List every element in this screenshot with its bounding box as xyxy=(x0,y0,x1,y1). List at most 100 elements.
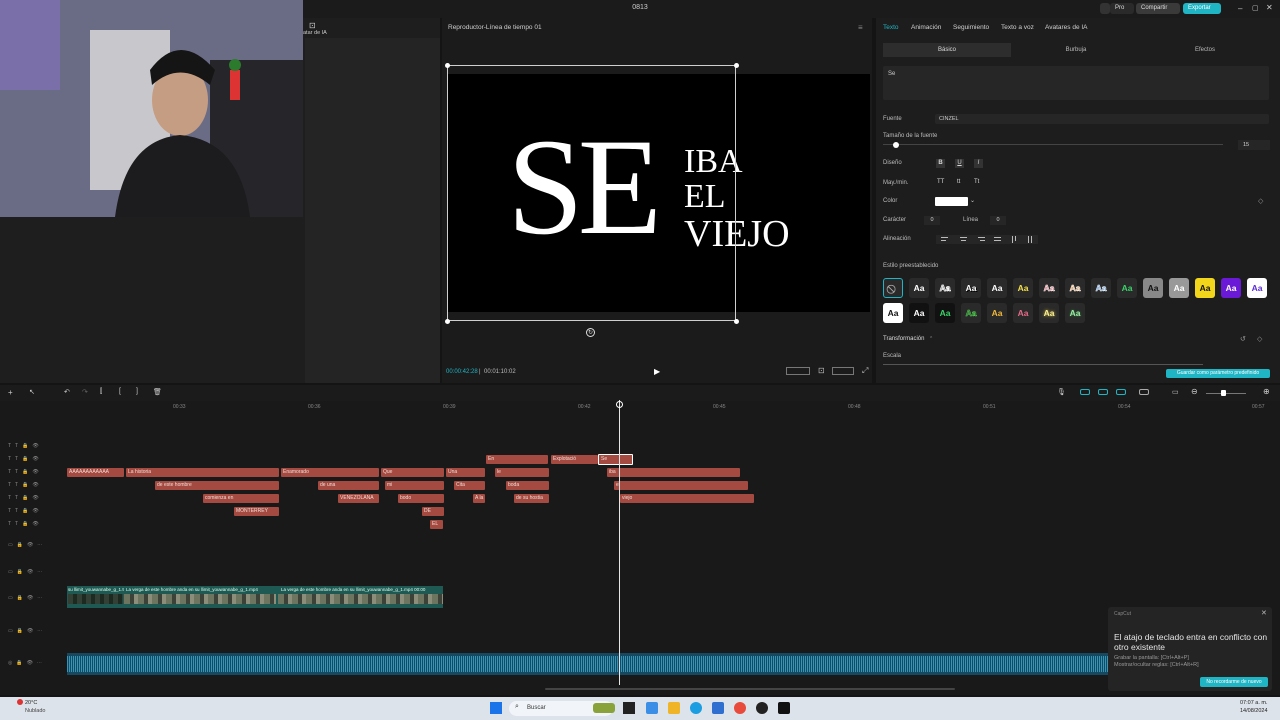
menu-icon[interactable]: ≡ xyxy=(858,23,863,32)
text-clip[interactable]: A la xyxy=(473,494,485,503)
font-select[interactable]: CINZEL xyxy=(935,114,1269,124)
tab-animation[interactable]: Animación xyxy=(911,24,941,31)
share-button[interactable]: Compartir xyxy=(1136,3,1180,14)
resize-handle[interactable] xyxy=(734,319,739,324)
text-input[interactable]: Se xyxy=(883,66,1269,100)
preset-style[interactable]: Aa xyxy=(935,303,955,323)
char-spacing-input[interactable]: 0 xyxy=(924,216,940,225)
microphone-icon[interactable]: 🎙 xyxy=(1057,388,1066,396)
text-clip[interactable]: MONTERREY xyxy=(234,507,279,516)
text-clip-selected[interactable]: Se xyxy=(598,454,633,465)
text-clip[interactable]: En xyxy=(486,455,548,464)
trim-left-icon[interactable]: [ xyxy=(119,388,121,395)
ai-avatar-label[interactable]: atar de IA xyxy=(303,30,327,36)
text-clip[interactable]: de su hostia xyxy=(514,494,549,503)
preset-style[interactable]: Aa xyxy=(1065,303,1085,323)
preset-style[interactable]: Aa xyxy=(1247,278,1267,298)
uppercase-button[interactable]: TT xyxy=(937,179,944,185)
zoom-slider-thumb[interactable] xyxy=(1221,390,1226,396)
preset-style[interactable]: Aa xyxy=(909,278,929,298)
preset-style[interactable]: Aa xyxy=(987,303,1007,323)
layout-icon[interactable] xyxy=(1100,3,1110,14)
preset-style[interactable]: Aa xyxy=(1039,303,1059,323)
track-controls[interactable]: TT🔒👁 xyxy=(8,443,43,449)
weather-desc[interactable]: Nublado xyxy=(25,708,46,714)
preset-style[interactable]: Aa xyxy=(1117,278,1137,298)
keyframe-icon[interactable]: ◇ xyxy=(1257,335,1262,343)
playhead-handle[interactable] xyxy=(616,401,623,408)
track-controls[interactable]: ▭🔒👁⋯ xyxy=(8,569,46,575)
time-ruler[interactable] xyxy=(66,401,1280,415)
track-controls[interactable]: ◎🔒👁⋯ xyxy=(8,660,46,666)
keyframe-icon[interactable]: ◇ xyxy=(1258,197,1263,205)
text-clip[interactable]: el xyxy=(614,481,748,490)
ratio-icon[interactable] xyxy=(786,367,810,375)
preset-style[interactable]: Aa xyxy=(1169,278,1189,298)
link-icon[interactable] xyxy=(1098,389,1108,395)
tab-tracking[interactable]: Seguimiento xyxy=(953,24,989,31)
bold-button[interactable]: B xyxy=(936,159,945,168)
zoom-out-icon[interactable]: ⊖ xyxy=(1191,387,1198,396)
export-button[interactable]: Exportar xyxy=(1183,3,1221,14)
resize-handle[interactable] xyxy=(734,63,739,68)
selection-box[interactable] xyxy=(447,65,736,321)
titlecase-button[interactable]: Tt xyxy=(974,179,979,185)
preset-style[interactable]: Aa xyxy=(1195,278,1215,298)
taskview-icon[interactable] xyxy=(623,702,635,714)
fullscreen-crop-icon[interactable]: ⊡ xyxy=(818,366,825,375)
size-value[interactable]: 15 xyxy=(1238,140,1270,150)
app-icon[interactable] xyxy=(646,702,658,714)
preset-style[interactable]: Aa xyxy=(1221,278,1241,298)
clock-date[interactable]: 14/08/2024 xyxy=(1240,708,1268,714)
windows-start-icon[interactable] xyxy=(490,702,502,714)
line-spacing-input[interactable]: 0 xyxy=(990,216,1006,225)
track-controls[interactable]: ▭🔒👁⋯ xyxy=(8,542,46,548)
text-clip[interactable]: VENEZOLANA xyxy=(338,494,379,503)
preset-style[interactable]: Aa xyxy=(961,303,981,323)
tab-tts[interactable]: Texto a voz xyxy=(1001,24,1034,31)
widget-icon[interactable] xyxy=(593,703,615,713)
text-clip[interactable]: DE xyxy=(422,507,444,516)
text-clip[interactable]: viejo xyxy=(620,494,754,503)
text-clip[interactable]: Cita xyxy=(454,481,485,490)
select-tool-icon[interactable]: ↖ xyxy=(29,388,35,396)
text-clip[interactable]: EL xyxy=(430,520,443,529)
text-clip[interactable]: comienza en xyxy=(203,494,279,503)
text-clip[interactable]: Una xyxy=(446,468,485,477)
edge-icon[interactable] xyxy=(690,702,702,714)
preset-style[interactable]: Aa xyxy=(1013,303,1033,323)
preset-style[interactable]: Aa xyxy=(1013,278,1033,298)
toast-close-icon[interactable]: ✕ xyxy=(1261,609,1267,617)
text-clip[interactable]: AAAAAAAAAAAA xyxy=(67,468,124,477)
track-controls[interactable]: ▭🔒👁⋯ xyxy=(8,595,46,601)
alignment-buttons[interactable] xyxy=(936,235,1038,244)
preset-style[interactable]: Aa xyxy=(1143,278,1163,298)
tab-text[interactable]: Texto xyxy=(883,24,899,31)
italic-button[interactable]: I xyxy=(974,159,983,168)
preview-axis-icon[interactable] xyxy=(1116,389,1126,395)
text-clip[interactable]: de este hombre xyxy=(155,481,279,490)
track-controls[interactable]: TT🔒👁 xyxy=(8,508,43,514)
minimize-icon[interactable]: – xyxy=(1238,4,1242,13)
track-icon[interactable] xyxy=(1139,389,1149,395)
preset-style[interactable]: Aa xyxy=(909,303,929,323)
chevron-up-icon[interactable]: ⌃ xyxy=(929,336,933,342)
track-controls[interactable]: ▭🔒👁⋯ xyxy=(8,628,46,634)
folder-icon[interactable] xyxy=(668,702,680,714)
track-controls[interactable]: TT🔒👁 xyxy=(8,482,43,488)
preset-style[interactable]: Aa xyxy=(961,278,981,298)
underline-button[interactable]: U xyxy=(955,159,964,168)
transform-label[interactable]: Transformación xyxy=(883,336,924,342)
snap-icon[interactable] xyxy=(1080,389,1090,395)
track-controls[interactable]: TT🔒👁 xyxy=(8,495,43,501)
capcut-icon[interactable] xyxy=(778,702,790,714)
save-default-button[interactable]: Guardar como parámetro predefinido xyxy=(1166,369,1270,378)
lowercase-button[interactable]: tt xyxy=(957,179,960,185)
subtab-bubble[interactable]: Burbuja xyxy=(1013,43,1139,57)
pro-button[interactable]: Pro xyxy=(1110,3,1134,14)
close-icon[interactable]: ✕ xyxy=(1266,3,1273,12)
subtab-basic[interactable]: Básico xyxy=(883,43,1011,57)
clock-time[interactable]: 07:07 a. m. xyxy=(1240,700,1268,706)
timeline-scrollbar[interactable] xyxy=(545,688,955,690)
app-icon[interactable] xyxy=(756,702,768,714)
